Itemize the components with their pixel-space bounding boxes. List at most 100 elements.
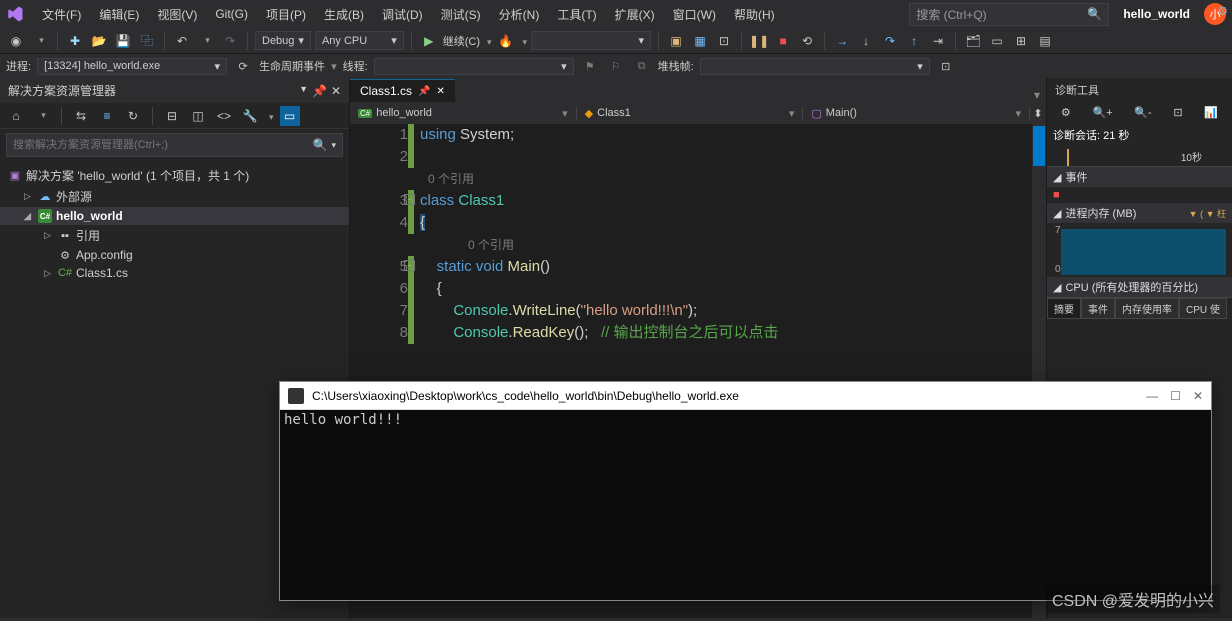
ui-icon[interactable]: ▭ xyxy=(987,31,1007,51)
config-combo[interactable]: Debug▾ xyxy=(255,31,311,50)
solution-search[interactable]: 🔍▾ xyxy=(6,133,343,157)
external-sources-node[interactable]: ▷ ☁ 外部源 xyxy=(0,186,349,207)
show-next-icon[interactable]: ↓ xyxy=(856,31,876,51)
live-tree-icon[interactable]: 🗂 xyxy=(963,31,983,51)
hot-reload-icon[interactable]: 🔥 xyxy=(496,31,516,51)
diag-tab-events[interactable]: 事件 xyxy=(1081,298,1115,319)
memory-section[interactable]: ◢进程内存 (MB)▼ ( ▼ 枉 xyxy=(1047,203,1232,223)
continue-label[interactable]: 继续(C) xyxy=(443,33,480,49)
scroll-thumb[interactable] xyxy=(1033,126,1045,166)
zoom-reset-icon[interactable]: ⊡ xyxy=(1173,106,1182,119)
references-node[interactable]: ▷ ▪▪ 引用 xyxy=(0,225,349,246)
continue-dropdown[interactable] xyxy=(484,34,492,48)
cpu-section[interactable]: ◢CPU (所有处理器的百分比) xyxy=(1047,277,1232,297)
menu-extensions[interactable]: 扩展(X) xyxy=(607,2,663,27)
pending-icon[interactable]: ≡ xyxy=(97,106,117,126)
fold-icon[interactable]: − xyxy=(404,194,415,205)
codelens-references[interactable]: 0 个引用 xyxy=(420,234,1046,256)
sf-icon[interactable]: ⊡ xyxy=(936,56,956,76)
menu-view[interactable]: 视图(V) xyxy=(149,2,205,27)
console-titlebar[interactable]: C:\Users\xiaoxing\Desktop\work\cs_code\h… xyxy=(280,382,1211,410)
solution-node[interactable]: ▣ 解决方案 'hello_world' (1 个项目，共 1 个) xyxy=(0,165,349,186)
new-file-icon[interactable]: ✚ xyxy=(65,31,85,51)
step-over-icon[interactable]: ↷ xyxy=(880,31,900,51)
diag-tab-summary[interactable]: 摘要 xyxy=(1047,298,1081,319)
step-icon[interactable]: ⇥ xyxy=(928,31,948,51)
back-icon[interactable]: ◉ xyxy=(6,31,26,51)
undo-dropdown[interactable] xyxy=(196,31,216,51)
show-all-icon[interactable]: ◫ xyxy=(188,106,208,126)
menu-edit[interactable]: 编辑(E) xyxy=(91,2,147,27)
pause-icon[interactable]: ❚❚ xyxy=(749,31,769,51)
project-node[interactable]: ◢ C# hello_world xyxy=(0,207,349,225)
code-icon[interactable]: <> xyxy=(214,106,234,126)
switch-view-icon[interactable]: ⇆ xyxy=(71,106,91,126)
expand-icon[interactable]: ▷ xyxy=(24,191,34,202)
appconfig-node[interactable]: ⚙ App.config xyxy=(0,246,349,264)
save-all-icon[interactable]: ⿻ xyxy=(137,31,157,51)
diag-tab-memory[interactable]: 内存使用率 xyxy=(1115,298,1179,319)
collapse-icon[interactable]: ◢ xyxy=(24,211,34,222)
close-icon[interactable]: ✕ xyxy=(331,84,341,98)
redo-icon[interactable]: ↷ xyxy=(220,31,240,51)
close-tab-icon[interactable]: ✕ xyxy=(436,86,444,97)
fold-icon[interactable]: − xyxy=(404,260,415,271)
breadcrumb-class[interactable]: ◆ Class1 ▾ xyxy=(577,107,804,120)
flag-icon[interactable]: ⚑ xyxy=(580,56,600,76)
codelens-references[interactable]: 0 个引用 xyxy=(420,168,1046,190)
close-icon[interactable]: ✕ xyxy=(1193,389,1203,403)
stackframe-combo[interactable]: ▾ xyxy=(700,58,930,75)
breadcrumb-method[interactable]: ▢ Main() ▾ xyxy=(803,107,1030,120)
save-icon[interactable]: 💾 xyxy=(113,31,133,51)
collapse-icon[interactable]: ⊟ xyxy=(162,106,182,126)
tab-class1[interactable]: Class1.cs 📌 ✕ xyxy=(350,79,455,102)
platform-combo[interactable]: Any CPU▾ xyxy=(315,31,404,50)
menu-analyze[interactable]: 分析(N) xyxy=(491,2,548,27)
threads-icon[interactable]: ⧉ xyxy=(632,56,652,76)
pin-icon[interactable]: 📌 xyxy=(418,86,430,97)
prop-icon[interactable]: ⊞ xyxy=(1011,31,1031,51)
menu-file[interactable]: 文件(F) xyxy=(34,2,89,27)
menu-git[interactable]: Git(G) xyxy=(207,3,256,25)
menu-build[interactable]: 生成(B) xyxy=(316,2,372,27)
solution-search-input[interactable] xyxy=(13,139,313,151)
undo-icon[interactable]: ↶ xyxy=(172,31,192,51)
tool-1-icon[interactable]: ▣ xyxy=(666,31,686,51)
tab-dropdown-icon[interactable]: ▾ xyxy=(1034,88,1040,102)
properties-icon[interactable]: 🔧 xyxy=(240,106,260,126)
menu-test[interactable]: 测试(S) xyxy=(433,2,489,27)
thread-combo[interactable]: ▾ xyxy=(374,58,574,75)
breadcrumb-project[interactable]: C# hello_world ▾ xyxy=(350,107,577,120)
sync-icon[interactable]: ↻ xyxy=(123,106,143,126)
restart-icon[interactable]: ⟲ xyxy=(797,31,817,51)
class1-node[interactable]: ▷ C# Class1.cs xyxy=(0,264,349,282)
zoom-in-icon[interactable]: 🔍+ xyxy=(1092,106,1112,119)
expand-icon[interactable]: ▷ xyxy=(44,268,54,279)
gear-icon[interactable]: ⚙ xyxy=(1217,4,1228,18)
minimize-icon[interactable]: — xyxy=(1146,389,1158,403)
home-icon[interactable]: ⌂ xyxy=(6,106,26,126)
zoom-out-icon[interactable]: 🔍- xyxy=(1134,106,1151,119)
chart-icon[interactable]: 📊 xyxy=(1204,106,1218,119)
diag-settings-icon[interactable]: ⚙ xyxy=(1061,106,1071,119)
home-dropdown[interactable] xyxy=(32,106,52,126)
process-combo[interactable]: [13324] hello_world.exe▾ xyxy=(37,58,227,75)
open-icon[interactable]: 📂 xyxy=(89,31,109,51)
tool-3-icon[interactable]: ⊡ xyxy=(714,31,734,51)
split-icon[interactable]: ⬍ xyxy=(1030,107,1046,120)
global-search-input[interactable]: 搜索 (Ctrl+Q) 🔍 xyxy=(909,3,1109,26)
target-combo[interactable]: ▾ xyxy=(531,31,651,50)
menu-debug[interactable]: 调试(D) xyxy=(374,2,431,27)
diag-tab-cpu[interactable]: CPU 使 xyxy=(1179,298,1227,319)
menu-help[interactable]: 帮助(H) xyxy=(726,2,783,27)
maximize-icon[interactable]: ☐ xyxy=(1170,389,1181,403)
pin-icon[interactable]: 📌 xyxy=(312,84,327,98)
tool-2-icon[interactable]: ▦ xyxy=(690,31,710,51)
misc-icon[interactable]: ▤ xyxy=(1035,31,1055,51)
stop-icon[interactable]: ■ xyxy=(773,31,793,51)
dropdown-icon[interactable]: ▼ xyxy=(299,84,308,98)
menu-project[interactable]: 项目(P) xyxy=(258,2,314,27)
lifecycle-icon[interactable]: ⟳ xyxy=(233,56,253,76)
preview-icon[interactable]: ▭ xyxy=(280,106,300,126)
console-output[interactable]: hello world!!! xyxy=(280,410,1211,600)
